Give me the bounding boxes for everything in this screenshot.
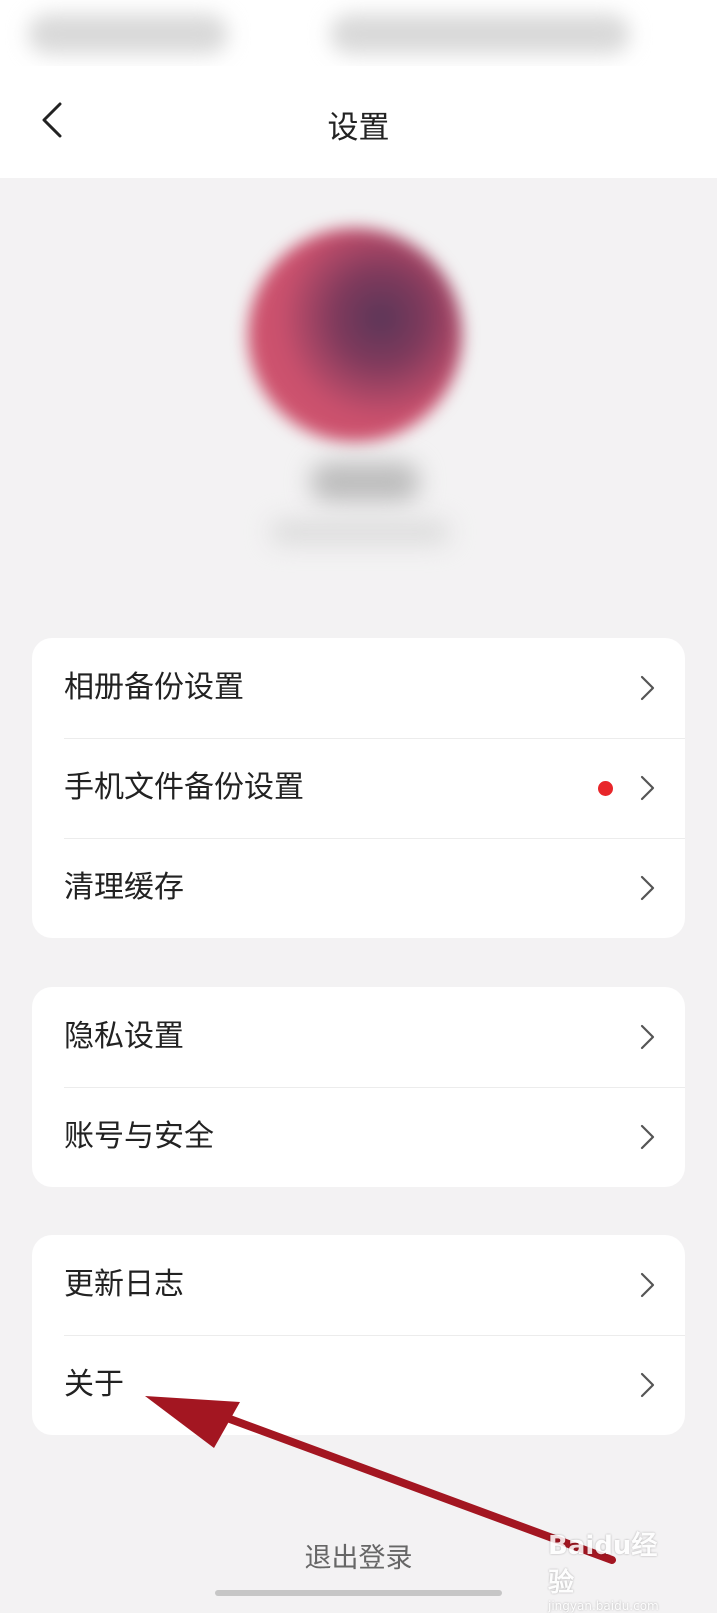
chevron-right-icon [640, 1272, 655, 1298]
settings-item-about[interactable]: 关于 [32, 1335, 685, 1435]
status-bar-blurred-left [28, 14, 228, 54]
notification-dot [598, 781, 613, 796]
page-title: 设置 [327, 110, 390, 146]
status-bar-blurred-right [330, 14, 630, 54]
watermark-main-text: Baidu经验 [548, 1531, 658, 1598]
username-blurred [310, 462, 420, 502]
user-subtitle-blurred [270, 520, 450, 544]
settings-item-changelog[interactable]: 更新日志 [32, 1235, 685, 1335]
chevron-right-icon [640, 1124, 655, 1150]
home-indicator[interactable] [215, 1590, 502, 1596]
chevron-right-icon [640, 675, 655, 701]
settings-group-privacy: 隐私设置 账号与安全 [32, 987, 685, 1187]
chevron-right-icon [640, 875, 655, 901]
watermark-sub-text: jingyan.baidu.com [548, 1599, 659, 1613]
settings-group-backup: 相册备份设置 手机文件备份设置 清理缓存 [32, 638, 685, 938]
settings-group-about: 更新日志 关于 [32, 1235, 685, 1435]
chevron-right-icon [640, 1024, 655, 1050]
settings-item-label: 清理缓存 [64, 870, 184, 905]
settings-item-label: 隐私设置 [64, 1019, 184, 1054]
chevron-right-icon [640, 775, 655, 801]
status-bar [0, 0, 717, 66]
navigation-bar: 设置 [0, 66, 717, 178]
settings-item-album-backup[interactable]: 相册备份设置 [32, 638, 685, 738]
settings-item-label: 手机文件备份设置 [64, 770, 304, 805]
settings-item-clear-cache[interactable]: 清理缓存 [32, 838, 685, 938]
settings-item-label: 关于 [64, 1367, 124, 1402]
settings-item-privacy[interactable]: 隐私设置 [32, 987, 685, 1087]
avatar[interactable] [248, 228, 462, 442]
settings-item-label: 更新日志 [64, 1267, 184, 1302]
settings-item-label: 相册备份设置 [64, 670, 244, 705]
settings-item-account-security[interactable]: 账号与安全 [32, 1087, 685, 1187]
chevron-right-icon [640, 1372, 655, 1398]
settings-item-label: 账号与安全 [64, 1119, 214, 1154]
settings-item-phone-file-backup[interactable]: 手机文件备份设置 [32, 738, 685, 838]
